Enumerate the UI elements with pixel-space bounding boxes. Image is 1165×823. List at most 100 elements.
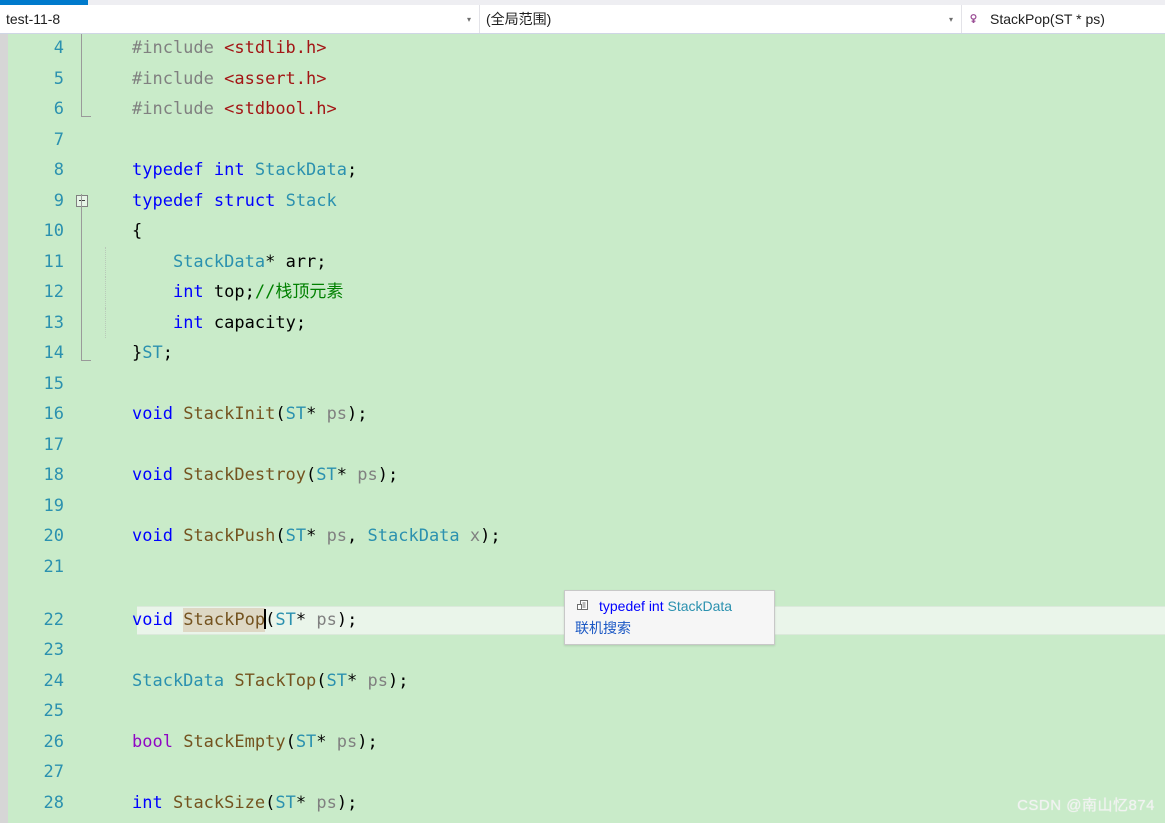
code-line-8[interactable]: 8 typedef int StackData;	[8, 155, 1165, 186]
code-line-20[interactable]: 20 void StackPush(ST* ps, StackData x);	[8, 521, 1165, 552]
code-text: void StackInit(ST* ps);	[132, 399, 1165, 430]
chevron-down-icon[interactable]: ▾	[941, 6, 961, 33]
fold-gutter[interactable]	[72, 125, 132, 156]
code-line-18[interactable]: 18 void StackDestroy(ST* ps);	[8, 460, 1165, 491]
fold-line	[81, 338, 82, 360]
code-line-6[interactable]: 6 #include <stdbool.h>	[8, 94, 1165, 125]
token-type: ST	[316, 465, 337, 485]
code-line-10[interactable]: 10 {	[8, 216, 1165, 247]
chevron-down-icon[interactable]: ▾	[459, 6, 479, 33]
line-number: 5	[53, 68, 64, 89]
fold-gutter[interactable]	[72, 155, 132, 186]
code-line-11[interactable]: 11 StackData* arr;	[8, 246, 1165, 277]
line-number: 10	[43, 221, 64, 242]
fold-line-end	[81, 360, 91, 361]
code-line-15[interactable]: 15	[8, 369, 1165, 400]
code-text: bool StackEmpty(ST* ps);	[132, 727, 1165, 758]
fold-gutter[interactable]	[72, 788, 132, 819]
code-line-28[interactable]: 28 int StackSize(ST* ps);	[8, 788, 1165, 819]
fold-gutter[interactable]	[72, 666, 132, 697]
token-paren: (	[275, 526, 286, 546]
token-keyword: int	[172, 282, 204, 302]
token-function: StackSize	[172, 792, 266, 813]
line-number: 22	[43, 610, 64, 631]
token-punct: ;	[490, 526, 501, 546]
token-type: StackData	[254, 160, 347, 180]
online-search-link[interactable]: 联机搜索	[575, 619, 764, 637]
fold-gutter[interactable]	[72, 430, 132, 461]
fold-gutter[interactable]	[72, 186, 132, 216]
line-number: 14	[43, 343, 64, 364]
fold-gutter[interactable]	[72, 757, 132, 788]
token-parameter: x	[469, 526, 481, 546]
token-function: StackPush	[183, 526, 276, 546]
token-punct: ;	[316, 251, 327, 272]
fold-gutter[interactable]	[72, 338, 132, 369]
fold-gutter[interactable]	[72, 727, 132, 758]
fold-gutter[interactable]	[72, 491, 132, 522]
token-keyword: typedef	[132, 190, 204, 211]
code-line-5[interactable]: 5 #include <assert.h>	[8, 63, 1165, 94]
token-type: StackData	[132, 670, 225, 691]
token-preprocessor: #include	[132, 99, 214, 119]
code-surface[interactable]: 4 #include <stdlib.h> 5 #include <assert…	[8, 34, 1165, 823]
fold-gutter[interactable]	[72, 552, 132, 583]
code-line-13[interactable]: 13 int capacity;	[8, 307, 1165, 338]
code-line-21[interactable]: 21	[8, 552, 1165, 583]
line-number: 17	[43, 434, 64, 455]
fold-gutter[interactable]	[72, 307, 132, 338]
token-keyword: void	[132, 465, 173, 485]
scope-combo[interactable]: (全局范围) ▾	[480, 5, 962, 33]
fold-gutter[interactable]	[72, 460, 132, 491]
token-type: ST	[275, 610, 296, 630]
token-parameter: ps	[367, 670, 388, 691]
token-parameter: ps	[326, 526, 348, 546]
fold-gutter[interactable]	[72, 521, 132, 552]
code-line-12[interactable]: 12 int top;//栈顶元素	[8, 277, 1165, 308]
code-line-14[interactable]: 14 }ST;	[8, 338, 1165, 369]
code-line-9[interactable]: 9 typedef struct Stack	[8, 186, 1165, 216]
fold-gutter[interactable]	[72, 635, 132, 666]
fold-gutter[interactable]	[72, 94, 132, 125]
code-line-24[interactable]: 24 StackData STackTop(ST* ps);	[8, 666, 1165, 697]
project-combo[interactable]: test-11-8 ▾	[0, 5, 480, 33]
fold-gutter[interactable]	[72, 277, 132, 308]
token-function-highlighted: StackPop	[183, 608, 266, 632]
code-line-4[interactable]: 4 #include <stdlib.h>	[8, 34, 1165, 64]
token-punct: ;	[347, 792, 358, 813]
code-line-25[interactable]: 25	[8, 696, 1165, 727]
token-punct: *	[347, 670, 358, 691]
fold-gutter[interactable]	[72, 696, 132, 727]
token-paren: (	[306, 465, 317, 485]
fold-gutter[interactable]	[72, 34, 132, 64]
code-line-16[interactable]: 16 void StackInit(ST* ps);	[8, 399, 1165, 430]
fold-gutter[interactable]	[72, 399, 132, 430]
fold-gutter[interactable]	[72, 246, 132, 277]
fold-gutter[interactable]	[72, 369, 132, 400]
fold-collapse-button[interactable]	[76, 194, 88, 207]
fold-gutter[interactable]	[72, 818, 132, 823]
line-number: 16	[43, 404, 64, 425]
fold-line	[81, 63, 82, 94]
token-paren: )	[357, 731, 368, 752]
code-editor[interactable]: 4 #include <stdlib.h> 5 #include <assert…	[0, 34, 1165, 823]
code-line-27[interactable]: 27	[8, 757, 1165, 788]
code-line-7[interactable]: 7	[8, 125, 1165, 156]
fold-gutter[interactable]	[72, 605, 132, 636]
token-header: <assert.h>	[224, 68, 327, 89]
fold-gutter[interactable]	[72, 216, 132, 247]
code-line-29[interactable]: 29	[8, 818, 1165, 823]
line-number: 6	[53, 99, 64, 120]
code-line-17[interactable]: 17	[8, 430, 1165, 461]
fold-gutter[interactable]	[72, 63, 132, 94]
scope-combo-value: (全局范围)	[486, 10, 552, 27]
code-line-26[interactable]: 26 bool StackEmpty(ST* ps);	[8, 727, 1165, 758]
member-combo[interactable]: StackPop(ST * ps)	[962, 5, 1165, 33]
code-text: void StackDestroy(ST* ps);	[132, 460, 1165, 491]
line-number: 25	[43, 701, 64, 722]
token-paren: (	[265, 610, 276, 630]
token-punct: ;	[357, 404, 368, 424]
method-icon	[962, 12, 984, 27]
tooltip-signature-row: typedef int StackData	[575, 597, 764, 615]
code-line-19[interactable]: 19	[8, 491, 1165, 522]
